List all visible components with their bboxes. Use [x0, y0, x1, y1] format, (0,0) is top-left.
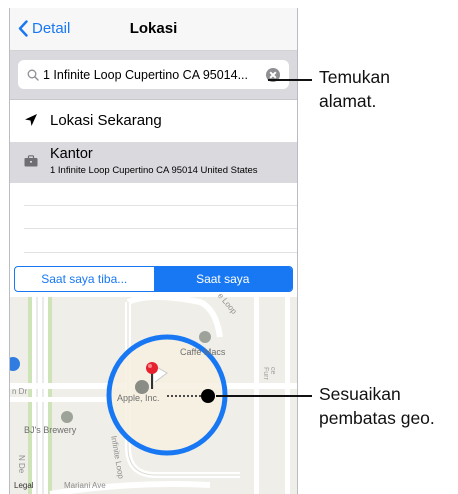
callout-find-address: Temukan alamat. [319, 65, 390, 113]
briefcase-icon [24, 155, 38, 167]
search-bar: 1 Infinite Loop Cupertino CA 95014... [10, 51, 297, 100]
search-icon [27, 69, 39, 81]
search-value: 1 Infinite Loop Cupertino CA 95014... [43, 67, 249, 82]
phone-screen: Detail Lokasi 1 Infinite Loop Cupertino … [9, 8, 298, 494]
callout-adjust-geofence: Sesuaikan pembatas geo. [319, 382, 435, 430]
street-label: Mariani Ave [64, 481, 106, 490]
trigger-segmented-control: Saat saya tiba... Saat saya meninggalkan… [14, 266, 293, 292]
callout-text: alamat. [319, 91, 377, 111]
navigation-bar: Detail Lokasi [10, 8, 297, 51]
empty-row-divider [24, 252, 297, 253]
page-title: Lokasi [129, 20, 178, 37]
street-label: N De [17, 455, 26, 474]
callout-text: Sesuaikan [319, 384, 401, 404]
poi-apple-label: Apple, Inc. [117, 393, 160, 403]
segment-leave[interactable]: Saat saya meninggalkan... [153, 267, 292, 291]
legal-link[interactable]: Legal [14, 481, 34, 490]
office-address: 1 Infinite Loop Cupertino CA 95014 Unite… [50, 165, 258, 176]
list-item-office[interactable]: Kantor 1 Infinite Loop Cupertino CA 9501… [10, 142, 297, 183]
current-location-label: Lokasi Sekarang [50, 112, 162, 129]
street-label: n Dr [12, 387, 28, 396]
street-label: ce Furr [262, 367, 276, 380]
callout-text: Temukan [319, 67, 391, 87]
search-input[interactable]: 1 Infinite Loop Cupertino CA 95014... [18, 60, 289, 89]
empty-row-divider [24, 205, 297, 206]
segment-arrive[interactable]: Saat saya tiba... [15, 267, 154, 291]
list-item-current-location[interactable]: Lokasi Sekarang [10, 100, 297, 143]
callout-line-geofence [216, 395, 312, 397]
callout-text: pembatas geo. [319, 408, 435, 428]
location-arrow-icon [25, 114, 37, 126]
empty-row-divider [24, 228, 297, 229]
poi-brewery-label: BJ's Brewery [24, 425, 77, 435]
office-title: Kantor [50, 146, 93, 162]
callout-line-search [268, 79, 312, 81]
poi-cafe-label: Caffè Macs [180, 347, 226, 357]
